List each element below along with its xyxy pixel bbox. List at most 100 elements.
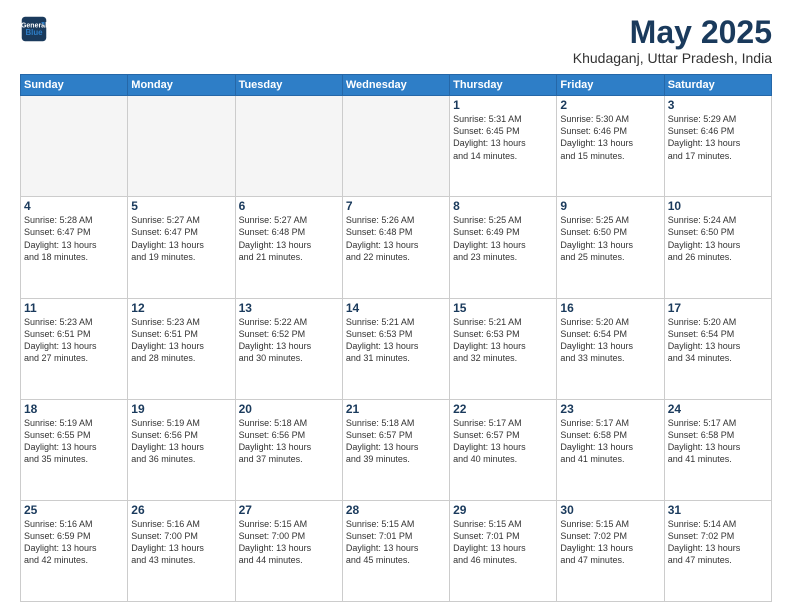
- table-row: 12Sunrise: 5:23 AM Sunset: 6:51 PM Dayli…: [128, 298, 235, 399]
- day-info: Sunrise: 5:25 AM Sunset: 6:50 PM Dayligh…: [560, 214, 660, 263]
- table-row: [342, 96, 449, 197]
- day-info: Sunrise: 5:17 AM Sunset: 6:57 PM Dayligh…: [453, 417, 553, 466]
- table-row: 28Sunrise: 5:15 AM Sunset: 7:01 PM Dayli…: [342, 500, 449, 601]
- day-info: Sunrise: 5:18 AM Sunset: 6:57 PM Dayligh…: [346, 417, 446, 466]
- title-block: May 2025 Khudaganj, Uttar Pradesh, India: [573, 15, 772, 66]
- day-info: Sunrise: 5:27 AM Sunset: 6:48 PM Dayligh…: [239, 214, 339, 263]
- day-number: 10: [668, 199, 768, 213]
- day-info: Sunrise: 5:20 AM Sunset: 6:54 PM Dayligh…: [668, 316, 768, 365]
- table-row: 19Sunrise: 5:19 AM Sunset: 6:56 PM Dayli…: [128, 399, 235, 500]
- table-row: 8Sunrise: 5:25 AM Sunset: 6:49 PM Daylig…: [450, 197, 557, 298]
- table-row: 3Sunrise: 5:29 AM Sunset: 6:46 PM Daylig…: [664, 96, 771, 197]
- table-row: 21Sunrise: 5:18 AM Sunset: 6:57 PM Dayli…: [342, 399, 449, 500]
- day-number: 13: [239, 301, 339, 315]
- table-row: 1Sunrise: 5:31 AM Sunset: 6:45 PM Daylig…: [450, 96, 557, 197]
- col-friday: Friday: [557, 75, 664, 96]
- table-row: [235, 96, 342, 197]
- day-info: Sunrise: 5:25 AM Sunset: 6:49 PM Dayligh…: [453, 214, 553, 263]
- table-row: 9Sunrise: 5:25 AM Sunset: 6:50 PM Daylig…: [557, 197, 664, 298]
- day-info: Sunrise: 5:23 AM Sunset: 6:51 PM Dayligh…: [131, 316, 231, 365]
- table-row: 30Sunrise: 5:15 AM Sunset: 7:02 PM Dayli…: [557, 500, 664, 601]
- day-number: 16: [560, 301, 660, 315]
- location: Khudaganj, Uttar Pradesh, India: [573, 50, 772, 66]
- calendar-header-row: Sunday Monday Tuesday Wednesday Thursday…: [21, 75, 772, 96]
- svg-text:Blue: Blue: [25, 28, 43, 37]
- table-row: 26Sunrise: 5:16 AM Sunset: 7:00 PM Dayli…: [128, 500, 235, 601]
- header: General Blue May 2025 Khudaganj, Uttar P…: [20, 15, 772, 66]
- table-row: 14Sunrise: 5:21 AM Sunset: 6:53 PM Dayli…: [342, 298, 449, 399]
- day-number: 11: [24, 301, 124, 315]
- day-info: Sunrise: 5:28 AM Sunset: 6:47 PM Dayligh…: [24, 214, 124, 263]
- day-info: Sunrise: 5:14 AM Sunset: 7:02 PM Dayligh…: [668, 518, 768, 567]
- col-thursday: Thursday: [450, 75, 557, 96]
- day-number: 8: [453, 199, 553, 213]
- table-row: 25Sunrise: 5:16 AM Sunset: 6:59 PM Dayli…: [21, 500, 128, 601]
- table-row: 11Sunrise: 5:23 AM Sunset: 6:51 PM Dayli…: [21, 298, 128, 399]
- table-row: 24Sunrise: 5:17 AM Sunset: 6:58 PM Dayli…: [664, 399, 771, 500]
- day-info: Sunrise: 5:15 AM Sunset: 7:00 PM Dayligh…: [239, 518, 339, 567]
- table-row: 18Sunrise: 5:19 AM Sunset: 6:55 PM Dayli…: [21, 399, 128, 500]
- day-number: 14: [346, 301, 446, 315]
- day-info: Sunrise: 5:30 AM Sunset: 6:46 PM Dayligh…: [560, 113, 660, 162]
- day-info: Sunrise: 5:17 AM Sunset: 6:58 PM Dayligh…: [560, 417, 660, 466]
- table-row: 16Sunrise: 5:20 AM Sunset: 6:54 PM Dayli…: [557, 298, 664, 399]
- month-title: May 2025: [573, 15, 772, 50]
- table-row: 23Sunrise: 5:17 AM Sunset: 6:58 PM Dayli…: [557, 399, 664, 500]
- day-info: Sunrise: 5:22 AM Sunset: 6:52 PM Dayligh…: [239, 316, 339, 365]
- col-saturday: Saturday: [664, 75, 771, 96]
- day-info: Sunrise: 5:19 AM Sunset: 6:56 PM Dayligh…: [131, 417, 231, 466]
- day-number: 15: [453, 301, 553, 315]
- day-info: Sunrise: 5:16 AM Sunset: 7:00 PM Dayligh…: [131, 518, 231, 567]
- day-number: 12: [131, 301, 231, 315]
- day-number: 2: [560, 98, 660, 112]
- day-info: Sunrise: 5:15 AM Sunset: 7:01 PM Dayligh…: [453, 518, 553, 567]
- day-number: 23: [560, 402, 660, 416]
- day-number: 9: [560, 199, 660, 213]
- table-row: 17Sunrise: 5:20 AM Sunset: 6:54 PM Dayli…: [664, 298, 771, 399]
- page: General Blue May 2025 Khudaganj, Uttar P…: [0, 0, 792, 612]
- logo-icon: General Blue: [20, 15, 48, 43]
- day-info: Sunrise: 5:15 AM Sunset: 7:02 PM Dayligh…: [560, 518, 660, 567]
- day-info: Sunrise: 5:21 AM Sunset: 6:53 PM Dayligh…: [346, 316, 446, 365]
- day-number: 5: [131, 199, 231, 213]
- calendar-week-row: 1Sunrise: 5:31 AM Sunset: 6:45 PM Daylig…: [21, 96, 772, 197]
- table-row: 10Sunrise: 5:24 AM Sunset: 6:50 PM Dayli…: [664, 197, 771, 298]
- table-row: 31Sunrise: 5:14 AM Sunset: 7:02 PM Dayli…: [664, 500, 771, 601]
- table-row: 7Sunrise: 5:26 AM Sunset: 6:48 PM Daylig…: [342, 197, 449, 298]
- table-row: 13Sunrise: 5:22 AM Sunset: 6:52 PM Dayli…: [235, 298, 342, 399]
- col-monday: Monday: [128, 75, 235, 96]
- day-number: 31: [668, 503, 768, 517]
- table-row: 4Sunrise: 5:28 AM Sunset: 6:47 PM Daylig…: [21, 197, 128, 298]
- calendar-week-row: 4Sunrise: 5:28 AM Sunset: 6:47 PM Daylig…: [21, 197, 772, 298]
- day-info: Sunrise: 5:17 AM Sunset: 6:58 PM Dayligh…: [668, 417, 768, 466]
- table-row: 20Sunrise: 5:18 AM Sunset: 6:56 PM Dayli…: [235, 399, 342, 500]
- col-tuesday: Tuesday: [235, 75, 342, 96]
- day-number: 3: [668, 98, 768, 112]
- table-row: [21, 96, 128, 197]
- day-info: Sunrise: 5:18 AM Sunset: 6:56 PM Dayligh…: [239, 417, 339, 466]
- day-number: 29: [453, 503, 553, 517]
- day-info: Sunrise: 5:20 AM Sunset: 6:54 PM Dayligh…: [560, 316, 660, 365]
- day-number: 19: [131, 402, 231, 416]
- day-number: 1: [453, 98, 553, 112]
- day-number: 30: [560, 503, 660, 517]
- day-info: Sunrise: 5:31 AM Sunset: 6:45 PM Dayligh…: [453, 113, 553, 162]
- day-number: 26: [131, 503, 231, 517]
- logo: General Blue: [20, 15, 48, 43]
- day-info: Sunrise: 5:24 AM Sunset: 6:50 PM Dayligh…: [668, 214, 768, 263]
- table-row: 2Sunrise: 5:30 AM Sunset: 6:46 PM Daylig…: [557, 96, 664, 197]
- day-number: 4: [24, 199, 124, 213]
- table-row: 5Sunrise: 5:27 AM Sunset: 6:47 PM Daylig…: [128, 197, 235, 298]
- table-row: 22Sunrise: 5:17 AM Sunset: 6:57 PM Dayli…: [450, 399, 557, 500]
- calendar-table: Sunday Monday Tuesday Wednesday Thursday…: [20, 74, 772, 602]
- col-sunday: Sunday: [21, 75, 128, 96]
- day-info: Sunrise: 5:15 AM Sunset: 7:01 PM Dayligh…: [346, 518, 446, 567]
- day-number: 25: [24, 503, 124, 517]
- col-wednesday: Wednesday: [342, 75, 449, 96]
- day-number: 17: [668, 301, 768, 315]
- day-number: 24: [668, 402, 768, 416]
- day-number: 21: [346, 402, 446, 416]
- day-info: Sunrise: 5:26 AM Sunset: 6:48 PM Dayligh…: [346, 214, 446, 263]
- day-number: 6: [239, 199, 339, 213]
- table-row: [128, 96, 235, 197]
